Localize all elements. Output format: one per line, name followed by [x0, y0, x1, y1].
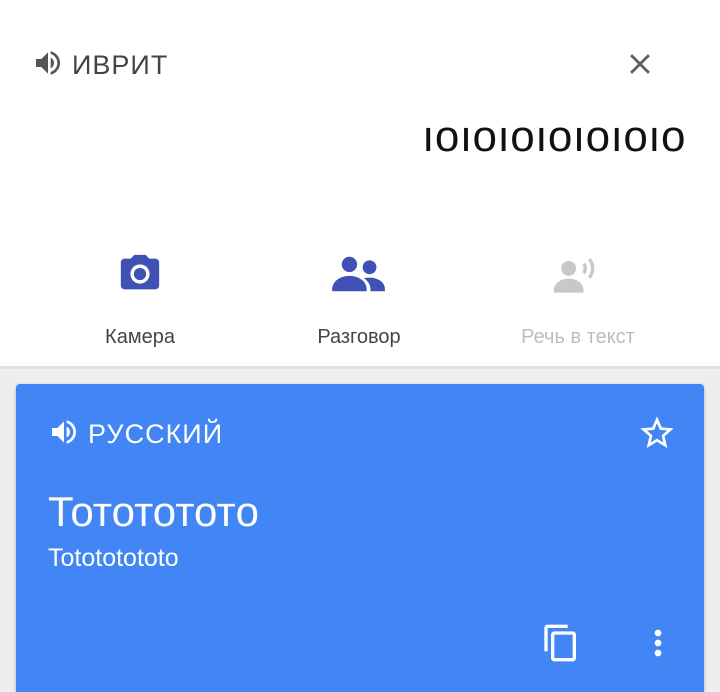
- conversation-icon: [330, 244, 388, 304]
- more-options-button[interactable]: [636, 618, 680, 668]
- source-text[interactable]: ıoıoıoıoıoıoıo: [422, 112, 686, 162]
- source-language-button[interactable]: ИВРИТ: [32, 47, 168, 83]
- speech-to-text-tool-button[interactable]: Речь в текст: [478, 244, 678, 349]
- camera-tool-button[interactable]: Камера: [40, 244, 240, 349]
- speech-to-text-tool-label: Речь в текст: [521, 326, 635, 348]
- source-language-label: ИВРИТ: [72, 49, 169, 80]
- more-vert-icon[interactable]: [638, 623, 678, 663]
- close-icon[interactable]: [623, 47, 657, 81]
- close-button[interactable]: [618, 42, 662, 86]
- conversation-tool-label: Разговор: [317, 326, 401, 348]
- source-panel: ИВРИТ ıoıoıoıoıoıoıo Камера Разговор Реч…: [0, 0, 720, 368]
- target-language-label: РУССКИЙ: [88, 418, 224, 449]
- translation-card: РУССКИЙ Тототототo Totototototo: [16, 384, 704, 692]
- translation-text[interactable]: Тототототo: [48, 488, 259, 536]
- copy-icon[interactable]: [541, 623, 581, 663]
- transliteration-text: Totototototo: [48, 544, 179, 572]
- input-tools: Камера Разговор Речь в текст: [0, 244, 720, 354]
- camera-tool-label: Камера: [105, 326, 175, 348]
- conversation-tool-button[interactable]: Разговор: [259, 244, 459, 349]
- speech-icon: [552, 244, 604, 304]
- speaker-icon[interactable]: [32, 47, 64, 84]
- speaker-icon[interactable]: [48, 416, 80, 453]
- target-language-button[interactable]: РУССКИЙ: [48, 416, 223, 452]
- save-favorite-button[interactable]: [634, 410, 680, 456]
- star-outline-icon[interactable]: [637, 413, 677, 453]
- copy-button[interactable]: [536, 618, 586, 668]
- camera-icon: [117, 244, 163, 304]
